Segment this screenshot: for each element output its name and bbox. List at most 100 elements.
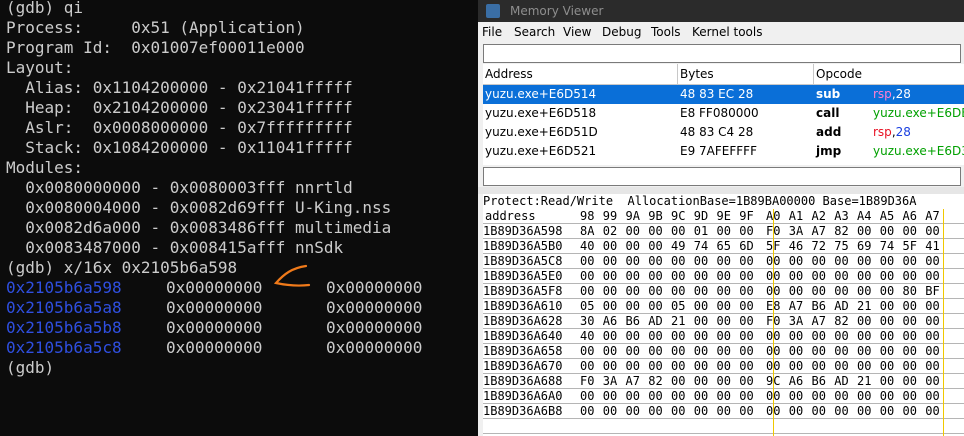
hex-byte[interactable]: B6 (812, 299, 826, 314)
hex-byte[interactable]: 00 (925, 404, 939, 419)
hex-byte[interactable]: 05 (671, 299, 685, 314)
hex-byte[interactable]: 00 (880, 374, 894, 389)
hex-byte[interactable]: 00 (857, 329, 871, 344)
hex-byte[interactable]: 00 (789, 344, 803, 359)
hex-byte[interactable]: 00 (694, 389, 708, 404)
hex-byte[interactable]: 74 (880, 239, 894, 254)
hex-byte[interactable]: 80 (903, 284, 917, 299)
hex-byte[interactable]: 00 (580, 284, 594, 299)
memory-viewer-window[interactable]: Memory Viewer File Search View Debug Tools Ke… (478, 0, 964, 436)
hex-byte[interactable]: 00 (648, 284, 662, 299)
hex-byte[interactable]: 00 (880, 254, 894, 269)
hex-byte[interactable]: 00 (739, 389, 753, 404)
hex-byte[interactable]: 00 (626, 359, 640, 374)
hex-byte[interactable]: 00 (580, 344, 594, 359)
hex-byte[interactable]: 00 (789, 269, 803, 284)
menu-item-view[interactable]: View (563, 22, 591, 42)
gdb-prompt[interactable]: (gdb) (6, 358, 54, 378)
hex-byte[interactable]: A7 (789, 299, 803, 314)
hex-byte[interactable]: 00 (739, 374, 753, 389)
hex-byte[interactable]: 00 (880, 284, 894, 299)
disassembly-row[interactable]: yuzu.exe+E6D521 E9 7AFEFFFF jmp yuzu.exe+E6… (483, 142, 964, 161)
hex-byte[interactable]: 00 (789, 359, 803, 374)
hex-byte[interactable]: 72 (812, 239, 826, 254)
menu-item-debug[interactable]: Debug (602, 22, 641, 42)
hex-row[interactable]: 1B89D36A5C8 00 00 00 00 00 00 00 00 00 00 00 00 00 00 0… (483, 254, 964, 269)
hex-byte[interactable]: 00 (648, 224, 662, 239)
hex-byte[interactable]: 00 (834, 344, 848, 359)
hex-byte[interactable]: 00 (857, 344, 871, 359)
hex-byte[interactable]: 75 (834, 239, 848, 254)
hex-byte[interactable]: 00 (626, 239, 640, 254)
hex-byte[interactable]: A7 (626, 374, 640, 389)
hex-byte[interactable]: 00 (580, 254, 594, 269)
hex-byte[interactable]: A6 (603, 314, 617, 329)
hex-byte[interactable]: 00 (717, 389, 731, 404)
hex-byte[interactable]: 00 (812, 254, 826, 269)
hex-byte[interactable]: 00 (603, 269, 617, 284)
hex-byte[interactable]: 00 (857, 389, 871, 404)
hex-byte[interactable]: 00 (880, 224, 894, 239)
hex-byte[interactable]: 00 (925, 374, 939, 389)
hex-row[interactable]: 1B89D36A5E0 00 00 00 00 00 00 00 00 00 00 00 00 00 00 0… (483, 269, 964, 284)
hex-byte[interactable]: 00 (648, 359, 662, 374)
hex-byte[interactable]: 00 (739, 344, 753, 359)
hex-byte[interactable]: 00 (789, 254, 803, 269)
hex-byte[interactable]: 00 (880, 389, 894, 404)
hex-byte[interactable]: 00 (671, 374, 685, 389)
hex-byte[interactable]: 00 (925, 254, 939, 269)
hex-byte[interactable]: 00 (903, 299, 917, 314)
hex-byte[interactable]: 00 (694, 404, 708, 419)
hex-byte[interactable]: 00 (694, 269, 708, 284)
hex-byte[interactable]: 00 (580, 269, 594, 284)
hex-byte[interactable]: 00 (648, 389, 662, 404)
hex-view[interactable]: Protect:Read/Write AllocationBase=1B89BA… (483, 194, 964, 436)
hex-byte[interactable]: 00 (717, 359, 731, 374)
hex-byte[interactable]: 00 (739, 269, 753, 284)
hex-byte[interactable]: 3A (603, 374, 617, 389)
hex-byte[interactable]: 00 (671, 284, 685, 299)
disassembly-row[interactable]: yuzu.exe+E6D514 48 83 EC 28 sub rsp,28 (483, 85, 964, 104)
hex-byte[interactable]: 00 (739, 314, 753, 329)
menu-item-kernel-tools[interactable]: Kernel tools (692, 22, 763, 42)
hex-byte[interactable]: 00 (812, 329, 826, 344)
hex-byte[interactable]: 00 (857, 359, 871, 374)
column-header-bytes[interactable]: Bytes (678, 64, 814, 84)
hex-byte[interactable]: 00 (671, 329, 685, 344)
hex-byte[interactable]: 00 (648, 329, 662, 344)
hex-byte[interactable]: 00 (648, 254, 662, 269)
hex-byte[interactable]: 00 (857, 284, 871, 299)
hex-byte[interactable]: A7 (812, 314, 826, 329)
hex-byte[interactable]: 00 (694, 314, 708, 329)
hex-byte[interactable]: 8A (580, 224, 594, 239)
hex-byte[interactable]: 00 (694, 254, 708, 269)
hex-byte[interactable]: 00 (834, 404, 848, 419)
hex-byte[interactable]: 00 (717, 269, 731, 284)
hex-byte[interactable]: 00 (925, 314, 939, 329)
hex-byte[interactable]: 00 (834, 329, 848, 344)
hex-byte[interactable]: 00 (925, 344, 939, 359)
hex-row[interactable]: 1B89D36A640 40 00 00 00 00 00 00 00 00 00 00 00 00 00 0… (483, 329, 964, 344)
menu-item-file[interactable]: File (482, 22, 502, 42)
hex-byte[interactable]: 00 (626, 284, 640, 299)
hex-byte[interactable]: 00 (903, 314, 917, 329)
hex-row[interactable]: 1B89D36A62830A6B6AD21000000F03AA78200000… (483, 314, 964, 329)
hex-byte[interactable]: 3A (789, 224, 803, 239)
hex-byte[interactable]: 00 (789, 329, 803, 344)
hex-byte[interactable]: 00 (925, 299, 939, 314)
hex-byte[interactable]: 00 (880, 359, 894, 374)
hex-byte[interactable]: 00 (880, 329, 894, 344)
hex-byte[interactable]: 00 (880, 299, 894, 314)
hex-byte[interactable]: 46 (789, 239, 803, 254)
hex-byte[interactable]: 00 (671, 404, 685, 419)
column-header-address[interactable]: Address (483, 64, 678, 84)
hex-byte[interactable]: 00 (626, 389, 640, 404)
hex-byte[interactable]: F0 (580, 374, 594, 389)
gdb-terminal[interactable]: (gdb) qi Process: 0x51 (Application) Progr… (0, 0, 478, 436)
hex-byte[interactable]: 00 (739, 359, 753, 374)
hex-byte[interactable]: 5F (903, 239, 917, 254)
hex-byte[interactable]: AD (834, 374, 848, 389)
hex-row[interactable]: 1B89D36A6100500000005000000E8A7B6AD21000… (483, 299, 964, 314)
hex-byte[interactable]: 00 (626, 404, 640, 419)
hex-byte[interactable]: 00 (925, 359, 939, 374)
